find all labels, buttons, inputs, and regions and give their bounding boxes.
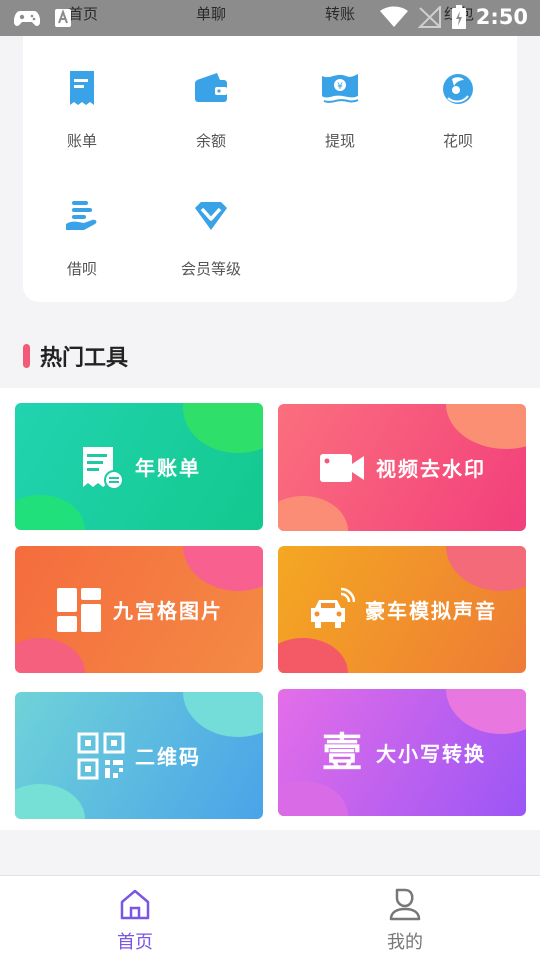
tool-tile-case-convert[interactable]: 壹 大小写转换	[278, 689, 526, 816]
tool-label: 二维码	[135, 745, 201, 769]
overlay-tab: 首页	[68, 5, 99, 23]
tool-label: 年账单	[135, 456, 201, 480]
grid-item-bill[interactable]: 账单	[23, 68, 141, 151]
wallet-icon	[195, 73, 227, 102]
grid-item-label: 花呗	[442, 132, 473, 150]
tool-label: 大小写转换	[376, 742, 486, 766]
tool-label: 视频去水印	[376, 457, 486, 481]
gamepad-icon	[14, 11, 40, 26]
grid-item-withdraw[interactable]: ¥ 提现	[281, 68, 399, 151]
tool-tile-annual-bill[interactable]: 年账单	[15, 403, 263, 530]
status-bar: 首页 单聊 转账 红包 2:50	[0, 0, 540, 36]
svg-text:¥: ¥	[337, 82, 343, 92]
loan-icon	[66, 201, 97, 230]
qr-code-icon	[77, 732, 125, 779]
bill-icon	[70, 71, 94, 105]
grid-item-label: 余额	[195, 132, 226, 150]
withdraw-icon: ¥	[322, 74, 359, 103]
annual-bill-icon	[83, 446, 124, 490]
nav-item-profile[interactable]: 我的	[345, 886, 465, 954]
quick-actions-card: 账单 余额 ¥ 提现 花呗 借呗 会员等级	[23, 36, 517, 302]
tool-tile-qr-code[interactable]: 二维码	[15, 692, 263, 819]
overlay-tab: 转账	[325, 5, 356, 23]
tools-panel: 年账单 视频去水印 九宫格图片 豪车模拟声音 二维码 壹 大小写转换	[0, 388, 540, 830]
grid-item-loan[interactable]: 借呗	[23, 196, 141, 279]
home-icon	[120, 889, 150, 920]
nav-label: 我的	[387, 932, 423, 953]
grid-item-label: 会员等级	[180, 260, 241, 278]
tool-tile-grid-image[interactable]: 九宫格图片	[15, 546, 263, 673]
overlay-tab: 单聊	[196, 5, 227, 23]
video-camera-icon	[320, 453, 364, 482]
grid-layout-icon	[57, 587, 101, 632]
grid-item-huabei[interactable]: 花呗	[399, 68, 517, 151]
tool-tile-car-sound[interactable]: 豪车模拟声音	[278, 546, 526, 673]
huabei-icon	[443, 74, 473, 104]
tool-label: 九宫格图片	[113, 599, 223, 623]
tool-tile-video-watermark[interactable]: 视频去水印	[278, 404, 526, 531]
wifi-icon	[379, 6, 408, 27]
no-signal-icon	[417, 6, 441, 28]
car-sound-icon	[311, 587, 355, 628]
profile-icon	[389, 888, 421, 921]
tool-label: 豪车模拟声音	[365, 599, 497, 623]
bottom-nav: 首页 我的	[0, 875, 540, 960]
grid-item-label: 借呗	[66, 260, 97, 278]
grid-item-balance[interactable]: 余额	[152, 68, 270, 151]
section-title: 热门工具	[40, 346, 129, 371]
section-header: 热门工具	[23, 340, 128, 372]
status-time: 2:50	[475, 5, 528, 29]
battery-charging-icon	[451, 5, 466, 29]
nav-item-home[interactable]: 首页	[75, 886, 195, 954]
section-accent-bar	[23, 344, 30, 368]
grid-item-label: 提现	[324, 132, 355, 150]
nav-label: 首页	[117, 932, 153, 953]
font-a-icon	[55, 9, 71, 27]
case-convert-icon: 壹	[322, 729, 362, 776]
diamond-icon	[195, 202, 227, 230]
grid-item-label: 账单	[66, 132, 97, 150]
grid-item-membership[interactable]: 会员等级	[152, 196, 270, 279]
